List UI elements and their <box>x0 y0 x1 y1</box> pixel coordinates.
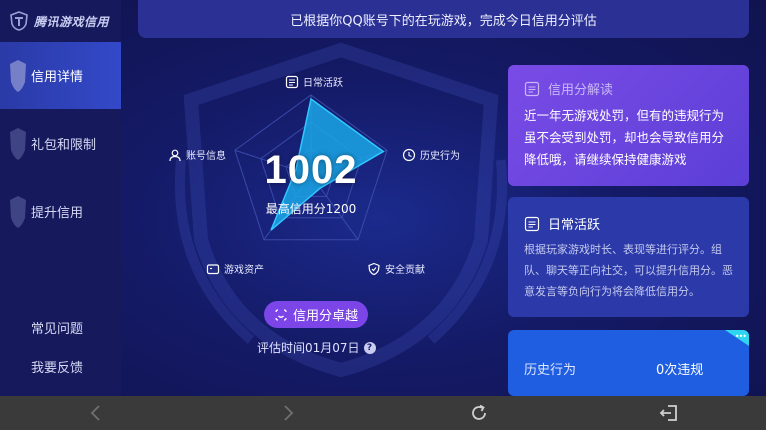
feedback-link[interactable]: 我要反馈 <box>31 357 83 376</box>
shield-deco-icon <box>10 127 26 160</box>
radar-label-account[interactable]: 账号信息 <box>168 147 226 162</box>
sidebar-item-gifts-restrictions[interactable]: 礼包和限制 <box>0 110 121 177</box>
max-score-text: 最高信用分1200 <box>265 202 357 216</box>
credit-level-button[interactable]: 信用分卓越 <box>264 301 368 328</box>
card-header: 日常活跃 <box>524 214 600 233</box>
sidebar-item-credit-details[interactable]: 信用详情 <box>0 42 121 109</box>
doc-icon <box>524 81 540 96</box>
smile-icon <box>275 308 287 321</box>
radar-label-history[interactable]: 历史行为 <box>402 147 460 162</box>
help-icon[interactable]: ? <box>363 341 376 354</box>
radar-label-text: 日常活跃 <box>303 78 343 89</box>
radar-label-text: 游戏资产 <box>224 265 264 276</box>
radar-label-text: 历史行为 <box>420 151 460 162</box>
credit-interpretation-card[interactable]: 信用分解读 近一年无游戏处罚，但有的违规行为虽不会受到处罚，却也会导致信用分降低… <box>508 65 749 239</box>
card-body: 根据玩家游戏时长、表现等进行评分。组队、聊天等正向社交，可以提升信用分。恶意发言… <box>524 243 733 298</box>
app-title: 腾讯游戏信用 <box>34 14 110 29</box>
history-label: 历史行为 <box>524 363 577 378</box>
corner-badge: ••• <box>725 330 749 346</box>
card-body: 近一年无游戏处罚，但有的违规行为虽不会受到处罚，却也会导致信用分降低哦，请继续保… <box>524 108 725 167</box>
daily-active-card[interactable]: 日常活跃 根据玩家游戏时长、表现等进行评分。组队、聊天等正向社交，可以提升信用分… <box>508 197 749 317</box>
shield-deco-icon <box>10 59 26 92</box>
evaluation-time: 评估时间01月07日 ? <box>257 339 376 356</box>
faq-link[interactable]: 常见问题 <box>31 318 83 337</box>
app-logo: 腾讯游戏信用 <box>0 0 121 42</box>
user-icon <box>169 149 181 161</box>
banner-text: 已根据你QQ账号下的在玩游戏，完成今日信用分评估 <box>290 13 597 29</box>
card-title: 信用分解读 <box>548 83 614 98</box>
clock-icon <box>402 148 416 161</box>
forward-icon[interactable] <box>278 403 298 423</box>
radar-label-assets[interactable]: 游戏资产 <box>206 261 264 276</box>
doc-icon <box>285 75 299 88</box>
sidebar: 腾讯游戏信用 信用详情 礼包和限制 提升信用 常见问题 我要反馈 <box>0 0 121 396</box>
back-icon[interactable] <box>86 403 106 423</box>
radar-label-text: 账号信息 <box>186 151 226 162</box>
refresh-icon[interactable] <box>469 403 489 423</box>
credit-score: 1002 <box>264 148 358 192</box>
history-behavior-card[interactable]: ••• 历史行为 0次违规 <box>508 330 749 396</box>
evaluation-banner: 已根据你QQ账号下的在玩游戏，完成今日信用分评估 <box>138 0 749 38</box>
main-panel: 已根据你QQ账号下的在玩游戏，完成今日信用分评估 1002 最高信用分1200 … <box>121 0 766 396</box>
card-title: 日常活跃 <box>548 218 601 233</box>
wallet-icon <box>206 263 220 274</box>
sidebar-item-improve-credit[interactable]: 提升信用 <box>0 178 121 245</box>
sidebar-item-label: 提升信用 <box>31 206 84 221</box>
credit-level-label: 信用分卓越 <box>292 309 358 324</box>
exit-icon[interactable] <box>659 403 679 423</box>
sidebar-item-label: 信用详情 <box>31 70 84 85</box>
history-value: 0次违规 <box>656 363 704 378</box>
radar-label-security[interactable]: 安全贡献 <box>367 261 425 276</box>
radar-label-text: 安全贡献 <box>385 265 425 276</box>
card-header: 信用分解读 <box>524 79 613 98</box>
shield-deco-icon <box>10 195 26 228</box>
doc-icon <box>524 216 540 231</box>
sidebar-item-label: 礼包和限制 <box>31 138 97 153</box>
shield-logo-icon <box>10 11 28 31</box>
radar-label-daily-active[interactable]: 日常活跃 <box>285 74 343 89</box>
shield-icon <box>368 262 380 275</box>
evaluation-time-text: 评估时间01月07日 <box>257 341 360 355</box>
corner-dots: ••• <box>734 332 747 341</box>
browser-navbar <box>0 396 766 430</box>
